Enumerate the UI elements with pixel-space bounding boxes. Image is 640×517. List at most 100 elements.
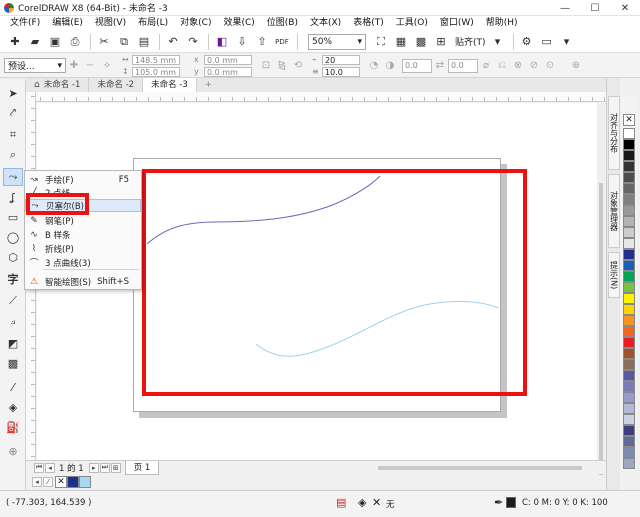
palette-swatch[interactable] xyxy=(623,172,635,183)
copy-icon[interactable]: ⧉ xyxy=(115,33,133,51)
minimize-button[interactable]: — xyxy=(550,0,580,16)
convert-icon[interactable]: ⊙ xyxy=(542,60,558,71)
palette-swatch[interactable] xyxy=(623,458,635,469)
y-position-field[interactable]: 0.0 mm xyxy=(204,66,252,77)
reverse-direction-icon[interactable]: ⇄ xyxy=(432,60,448,71)
nodes-field[interactable]: 20 xyxy=(322,54,360,65)
add-preset-icon[interactable]: ✚ xyxy=(66,60,82,71)
no-color-swatch[interactable]: ✕ xyxy=(55,476,67,488)
palette-swatch[interactable] xyxy=(623,425,635,436)
palette-swatch[interactable] xyxy=(623,304,635,315)
vertical-scrollbar[interactable] xyxy=(597,103,605,483)
menu-help[interactable]: 帮助(H) xyxy=(480,16,524,31)
interactive-fill-tool-icon[interactable]: ◈ xyxy=(3,398,23,416)
palette-swatch[interactable] xyxy=(623,282,635,293)
page-tab-1[interactable]: 页 1 xyxy=(124,460,160,475)
palette-swatch[interactable] xyxy=(623,150,635,161)
palette-options-icon[interactable]: ◂ xyxy=(32,477,42,487)
smart-fill-tool-icon[interactable]: ⛽ xyxy=(3,418,23,436)
remove-preset-icon[interactable]: − xyxy=(82,60,98,71)
options-gear-icon[interactable]: ⚙ xyxy=(518,33,536,51)
join-nodes-icon[interactable]: ⊗ xyxy=(510,60,526,71)
menu-object[interactable]: 对象(C) xyxy=(174,16,217,31)
chevron-down-icon[interactable]: ▾ xyxy=(558,33,576,51)
palette-swatch[interactable] xyxy=(623,139,635,150)
flyout-item-polyline[interactable]: ⌇ 折线(P) xyxy=(25,242,141,255)
last-page-icon[interactable]: ⏭ xyxy=(99,462,110,473)
save-icon[interactable]: ▣ xyxy=(46,33,64,51)
print-icon[interactable]: ⎙ xyxy=(66,33,84,51)
height-field[interactable]: 105.0 mm xyxy=(132,66,180,77)
palette-swatch[interactable] xyxy=(623,194,635,205)
ellipse-tool-icon[interactable]: ◯ xyxy=(3,228,23,246)
close-button[interactable]: ✕ xyxy=(610,0,640,16)
docker-tab-object-manager[interactable]: 对象管理器 xyxy=(608,174,620,248)
paste-icon[interactable]: ▤ xyxy=(135,33,153,51)
doc-swatch-navy[interactable] xyxy=(67,476,79,488)
undo-icon[interactable]: ↶ xyxy=(164,33,182,51)
palette-swatch[interactable] xyxy=(623,260,635,271)
object-origin-icon[interactable]: ⁘ xyxy=(98,57,116,75)
menu-bitmaps[interactable]: 位图(B) xyxy=(261,16,304,31)
tab-untitled-2[interactable]: 未命名 -2 xyxy=(89,78,144,92)
palette-swatch[interactable] xyxy=(623,161,635,172)
palette-swatch[interactable] xyxy=(623,447,635,458)
prev-page-icon[interactable]: ◂ xyxy=(45,462,55,473)
outline-pen-icon[interactable]: ✒ xyxy=(494,496,503,509)
next-page-icon[interactable]: ▸ xyxy=(88,462,99,473)
lock-ratio-icon[interactable]: ⊡ xyxy=(258,60,274,71)
docker-tab-hints[interactable]: 提示(N) xyxy=(608,252,620,298)
palette-swatch[interactable] xyxy=(623,238,635,249)
connector-tool-icon[interactable]: ⟓ xyxy=(3,312,23,330)
text-tool-icon[interactable]: 字 xyxy=(3,270,23,288)
document-info-icon[interactable]: ▤ xyxy=(336,496,346,509)
doc-swatch-lightblue[interactable] xyxy=(79,476,91,488)
full-screen-icon[interactable]: ⛶ xyxy=(372,33,390,51)
angle2-field[interactable]: 0.0 xyxy=(448,58,478,73)
x-position-field[interactable]: 0.0 mm xyxy=(204,54,252,65)
flyout-item-freehand[interactable]: ↝ 手绘(F) F5 xyxy=(25,173,141,186)
transparency-tool-icon[interactable]: ▩ xyxy=(3,354,23,372)
new-document-icon[interactable]: ✚ xyxy=(6,33,24,51)
palette-swatch[interactable] xyxy=(623,205,635,216)
add-page-icon[interactable]: ⊞ xyxy=(110,462,121,473)
search-content-icon[interactable]: ◧ xyxy=(213,33,231,51)
angle-field[interactable]: 0.0 xyxy=(402,58,432,73)
shape-tool-icon[interactable]: ⤤ xyxy=(3,104,23,122)
add-tool-icon[interactable]: ⊕ xyxy=(3,442,23,460)
show-grid-icon[interactable]: ▩ xyxy=(412,33,430,51)
palette-swatch[interactable] xyxy=(623,414,635,425)
palette-swatch[interactable] xyxy=(623,227,635,238)
menu-table[interactable]: 表格(T) xyxy=(347,16,390,31)
horizontal-scrollbar-thumb[interactable] xyxy=(378,466,582,470)
palette-swatch[interactable] xyxy=(623,315,635,326)
palette-swatch[interactable] xyxy=(623,249,635,260)
palette-swatch[interactable] xyxy=(623,348,635,359)
menu-text[interactable]: 文本(X) xyxy=(304,16,347,31)
zoom-level-select[interactable]: 50% ▾ xyxy=(308,33,366,50)
break-apart-icon[interactable]: ⌀ xyxy=(478,60,494,71)
no-color-swatch[interactable]: ✕ xyxy=(623,114,635,126)
eyedropper-tool-icon[interactable]: ⁄ xyxy=(3,378,23,396)
width-field[interactable]: 148.5 mm xyxy=(132,54,180,65)
extract-subpath-icon[interactable]: ⎌ xyxy=(494,60,510,71)
menu-file[interactable]: 文件(F) xyxy=(4,16,46,31)
break-curve-icon[interactable]: ⊘ xyxy=(526,60,542,71)
palette-swatch[interactable] xyxy=(623,271,635,282)
flyout-item-b-spline[interactable]: ∿ B 样条 xyxy=(25,228,141,241)
cut-icon[interactable]: ✂ xyxy=(95,33,113,51)
flyout-item-pen[interactable]: ✎ 钢笔(P) xyxy=(25,214,141,227)
export-icon[interactable]: ⇧ xyxy=(253,33,271,51)
flyout-item-smart-drawing[interactable]: ⚠ 智能绘图(S) Shift+S xyxy=(25,275,141,288)
snap-to-dropdown[interactable]: 贴齐(T) xyxy=(452,35,489,48)
zoom-tool-icon[interactable]: ⌕ xyxy=(3,146,23,164)
palette-swatch[interactable] xyxy=(623,381,635,392)
smooth-icon[interactable]: ◑ xyxy=(382,60,398,71)
rotate-icon[interactable]: ⟲ xyxy=(290,60,306,71)
palette-swatch[interactable] xyxy=(623,370,635,381)
flyout-item-3-point-curve[interactable]: ⌒ 3 点曲线(3) xyxy=(25,256,141,270)
eyedropper-icon[interactable]: ⁄ xyxy=(43,477,53,487)
preset-select[interactable]: 预设... ▾ xyxy=(4,58,66,73)
tab-untitled-3[interactable]: 未命名 -3 xyxy=(143,78,197,92)
docker-tab-align-distribute[interactable]: 对齐与分布 xyxy=(608,96,620,170)
